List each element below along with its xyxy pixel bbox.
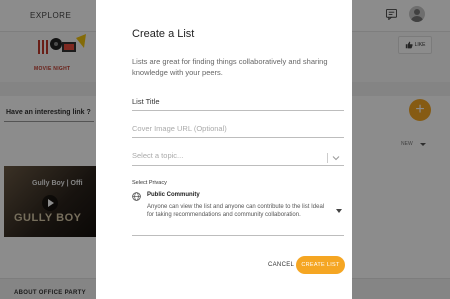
topic-select-separator (327, 153, 328, 163)
privacy-option-name: Public Community (147, 192, 200, 198)
dialog-title: Create a List (132, 28, 195, 40)
create-list-dialog: Create a List Lists are great for findin… (96, 0, 352, 299)
privacy-label: Select Privacy (132, 180, 167, 186)
topic-select[interactable]: Select a topic... (132, 151, 344, 166)
privacy-option-description: Anyone can view the list and anyone can … (147, 204, 325, 219)
list-title-field[interactable]: List Title (132, 97, 344, 111)
cancel-button[interactable]: CANCEL (268, 262, 294, 268)
globe-icon (132, 192, 141, 201)
dialog-description: Lists are great for finding things colla… (132, 57, 328, 78)
privacy-caret-icon[interactable] (336, 209, 342, 213)
chevron-down-icon[interactable] (332, 154, 340, 162)
create-list-button[interactable]: CREATE LIST (296, 256, 345, 274)
cover-image-url-field[interactable]: Cover Image URL (Optional) (132, 124, 344, 138)
